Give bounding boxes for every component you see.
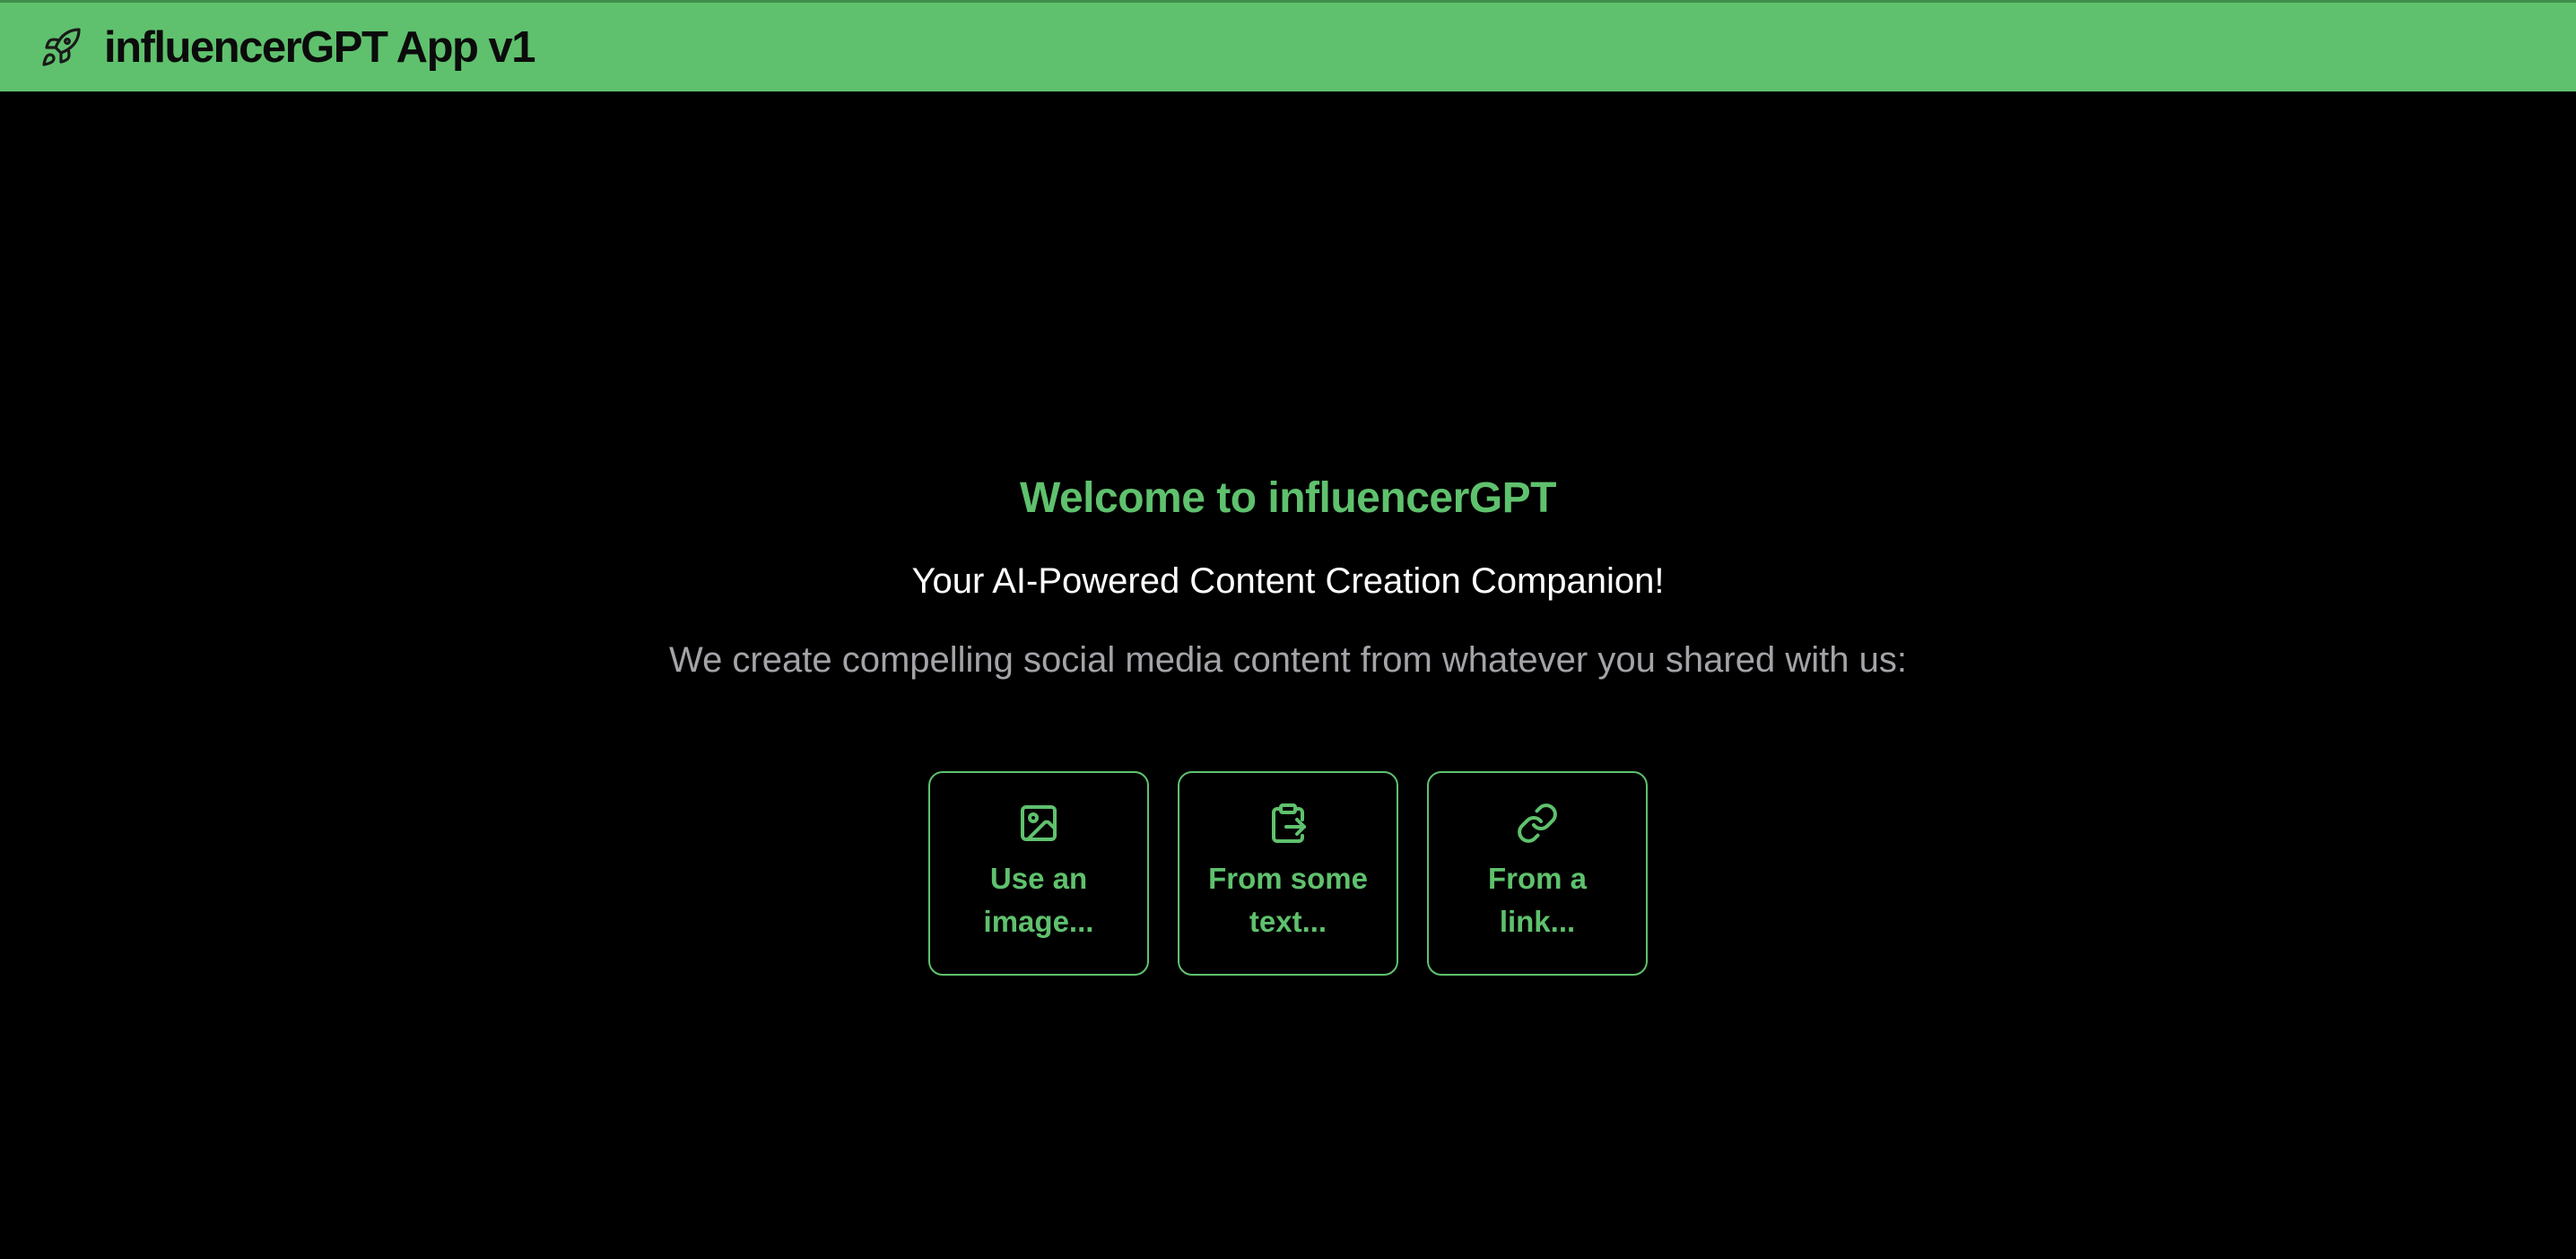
link-icon: [1518, 803, 1557, 843]
option-label: From a link...: [1487, 862, 1588, 938]
app-title: influencerGPT App v1: [104, 23, 536, 72]
description-text: We create compelling social media conten…: [669, 640, 1907, 680]
tagline: Your AI-Powered Content Creation Compani…: [911, 561, 1665, 601]
clipboard-icon: [1272, 803, 1306, 843]
option-label: From some text...: [1208, 862, 1368, 938]
app-root: influencerGPT App v1 Welcome to influenc…: [0, 0, 2576, 1259]
option-label: Use an image...: [983, 862, 1094, 938]
top-bar: influencerGPT App v1: [0, 0, 2576, 91]
source-options: Use an image... From some text... From a…: [928, 771, 1648, 976]
welcome-heading: Welcome to influencerGPT: [1020, 474, 1556, 522]
from-text-button[interactable]: From some text...: [1178, 771, 1398, 976]
use-image-button[interactable]: Use an image...: [928, 771, 1149, 976]
rocket-icon: [42, 28, 81, 66]
image-icon: [1021, 805, 1057, 841]
from-link-button[interactable]: From a link...: [1427, 771, 1648, 976]
